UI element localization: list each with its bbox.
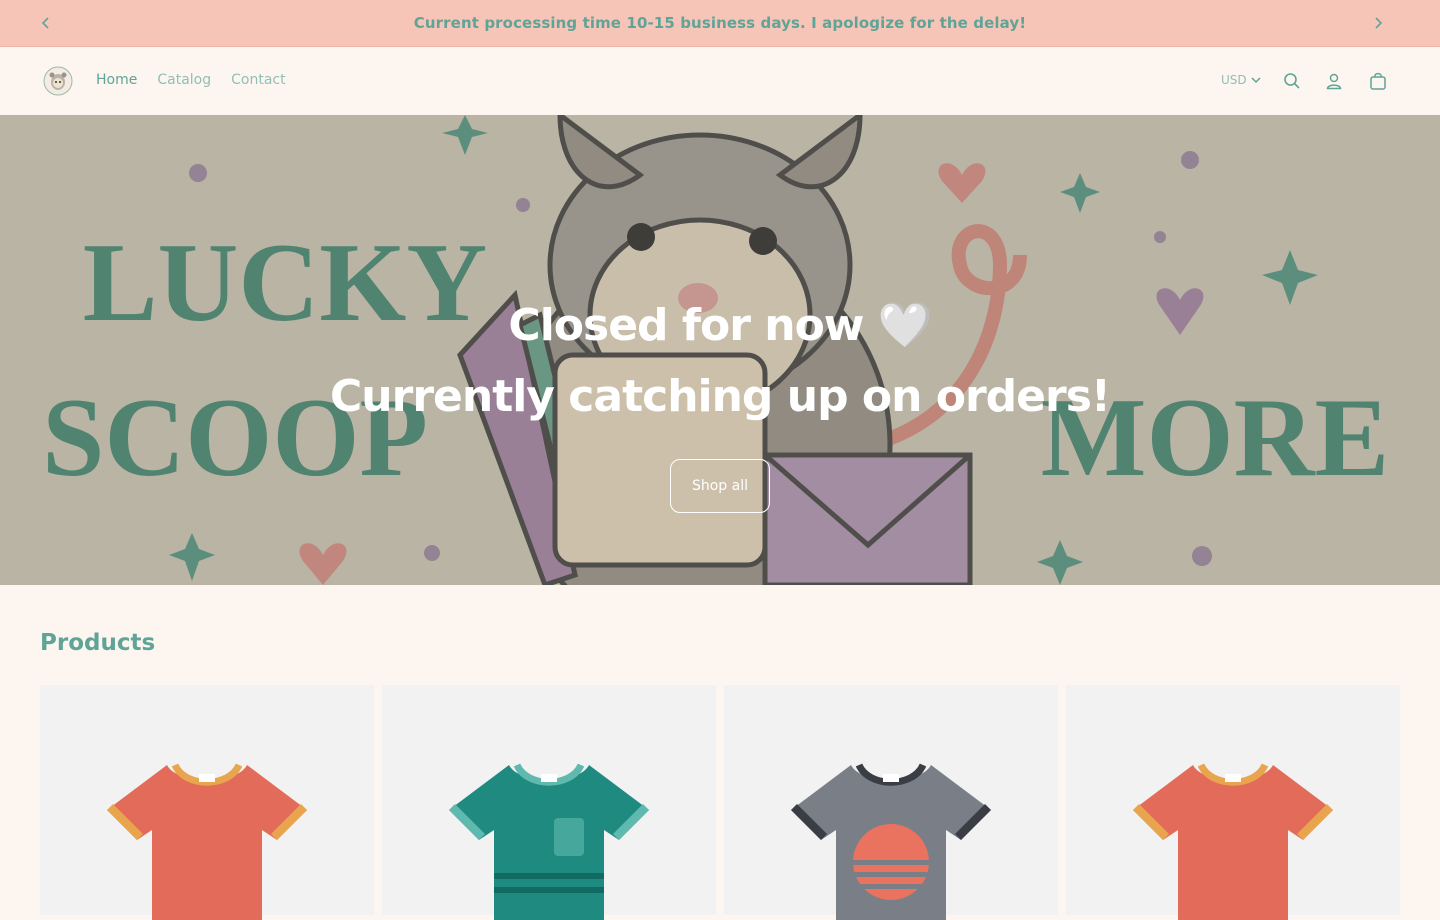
chevron-down-icon (1251, 77, 1261, 84)
product-card-4[interactable] (1066, 685, 1400, 920)
chevron-left-icon[interactable] (36, 13, 56, 33)
hero-banner: LUCKY SCOOP MORE Closed for now 🤍 Curren… (0, 115, 1440, 585)
main-nav: Home Catalog Contact (96, 72, 286, 88)
product-card-1[interactable] (40, 685, 374, 920)
opossum-logo-icon[interactable] (42, 65, 74, 97)
product-card-3[interactable] (724, 685, 1058, 920)
red-tshirt-image (107, 763, 307, 920)
nav-contact[interactable]: Contact (231, 72, 285, 88)
chevron-right-icon[interactable] (1368, 13, 1388, 33)
gray-tshirt-image (791, 763, 991, 920)
nav-catalog[interactable]: Catalog (157, 72, 211, 88)
search-icon[interactable] (1280, 69, 1304, 93)
hero-subheading: Currently catching up on orders! (330, 371, 1111, 422)
hero-heading: Closed for now 🤍 (508, 300, 932, 351)
product-card-2[interactable] (382, 685, 716, 920)
currency-selector[interactable]: USD (1221, 73, 1261, 87)
announcement-text: Current processing time 10-15 business d… (413, 14, 1027, 32)
currency-label: USD (1221, 73, 1247, 87)
products-heading: Products (40, 630, 156, 656)
nav-home[interactable]: Home (96, 72, 137, 88)
cart-icon[interactable] (1366, 69, 1390, 93)
teal-tshirt-image (449, 763, 649, 920)
announcement-bar: Current processing time 10-15 business d… (0, 0, 1440, 47)
account-icon[interactable] (1322, 69, 1346, 93)
site-header: Home Catalog Contact USD (0, 47, 1440, 115)
red-tshirt-image (1133, 763, 1333, 920)
shop-all-button[interactable]: Shop all (670, 459, 770, 513)
